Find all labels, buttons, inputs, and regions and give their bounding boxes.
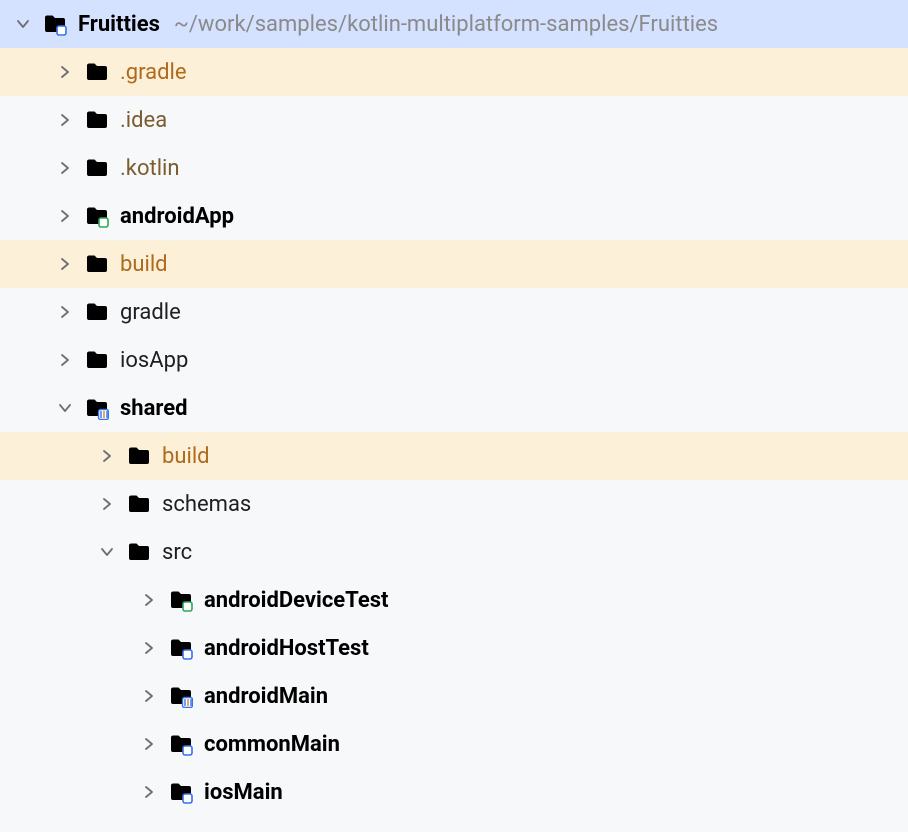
folder-icon <box>126 539 152 565</box>
tree-label: src <box>162 540 192 565</box>
tree-row-schemas[interactable]: schemas <box>0 480 908 528</box>
chevron-right-icon[interactable] <box>54 349 76 371</box>
tree-row-root[interactable]: Fruitties ~/work/samples/kotlin-multipla… <box>0 0 908 48</box>
folder-icon <box>84 107 110 133</box>
chevron-right-icon[interactable] <box>54 205 76 227</box>
tree-label: iosApp <box>120 348 188 373</box>
tree-label: gradle <box>120 300 181 325</box>
source-folder-icon <box>168 635 194 661</box>
tree-row-commonmain[interactable]: commonMain <box>0 720 908 768</box>
folder-icon <box>84 299 110 325</box>
tree-label: androidApp <box>120 204 234 229</box>
multiplatform-source-folder-icon <box>168 683 194 709</box>
folder-icon <box>84 347 110 373</box>
tree-row-idea[interactable]: .idea <box>0 96 908 144</box>
tree-label: .kotlin <box>120 156 180 181</box>
tree-row-iosapp[interactable]: iosApp <box>0 336 908 384</box>
tree-label: .idea <box>120 108 167 133</box>
chevron-right-icon[interactable] <box>138 637 160 659</box>
module-folder-icon <box>42 11 68 37</box>
android-module-folder-icon <box>84 203 110 229</box>
tree-row-shared[interactable]: shared <box>0 384 908 432</box>
chevron-right-icon[interactable] <box>54 301 76 323</box>
tree-row-gradle[interactable]: gradle <box>0 288 908 336</box>
tree-row-shared-build[interactable]: build <box>0 432 908 480</box>
chevron-down-icon[interactable] <box>96 541 118 563</box>
tree-label: build <box>120 252 168 277</box>
source-folder-icon <box>168 731 194 757</box>
excluded-folder-icon <box>84 251 110 277</box>
chevron-down-icon[interactable] <box>12 13 34 35</box>
tree-label: iosMain <box>204 780 283 805</box>
chevron-right-icon[interactable] <box>138 733 160 755</box>
tree-row-gradle-dot[interactable]: .gradle <box>0 48 908 96</box>
tree-label: build <box>162 444 210 469</box>
tree-row-androiddevicetest[interactable]: androidDeviceTest <box>0 576 908 624</box>
chevron-right-icon[interactable] <box>138 589 160 611</box>
tree-label: shared <box>120 396 188 421</box>
folder-icon <box>84 155 110 181</box>
tree-label: androidDeviceTest <box>204 588 388 613</box>
tree-row-kotlin[interactable]: .kotlin <box>0 144 908 192</box>
project-path: ~/work/samples/kotlin-multiplatform-samp… <box>174 12 718 37</box>
tree-row-androidhosttest[interactable]: androidHostTest <box>0 624 908 672</box>
source-folder-icon <box>168 779 194 805</box>
chevron-right-icon[interactable] <box>54 109 76 131</box>
chevron-right-icon[interactable] <box>138 781 160 803</box>
chevron-right-icon[interactable] <box>54 253 76 275</box>
tree-label: schemas <box>162 492 251 517</box>
tree-label: androidMain <box>204 684 328 709</box>
chevron-down-icon[interactable] <box>54 397 76 419</box>
chevron-right-icon[interactable] <box>96 493 118 515</box>
tree-row-androidapp[interactable]: androidApp <box>0 192 908 240</box>
tree-row-src[interactable]: src <box>0 528 908 576</box>
excluded-folder-icon <box>84 59 110 85</box>
tree-row-iosmain[interactable]: iosMain <box>0 768 908 816</box>
tree-label: androidHostTest <box>204 636 369 661</box>
project-tree: Fruitties ~/work/samples/kotlin-multipla… <box>0 0 908 816</box>
tree-row-build[interactable]: build <box>0 240 908 288</box>
chevron-right-icon[interactable] <box>54 157 76 179</box>
chevron-right-icon[interactable] <box>54 61 76 83</box>
tree-label: commonMain <box>204 732 340 757</box>
multiplatform-module-folder-icon <box>84 395 110 421</box>
tree-row-androidmain[interactable]: androidMain <box>0 672 908 720</box>
chevron-right-icon[interactable] <box>138 685 160 707</box>
excluded-folder-icon <box>126 443 152 469</box>
chevron-right-icon[interactable] <box>96 445 118 467</box>
folder-icon <box>126 491 152 517</box>
tree-label: Fruitties <box>78 12 160 37</box>
tree-label: .gradle <box>120 60 187 85</box>
test-source-folder-icon <box>168 587 194 613</box>
